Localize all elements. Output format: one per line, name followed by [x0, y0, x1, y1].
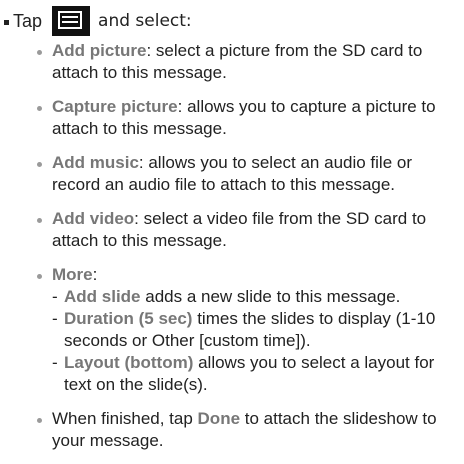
term-add-music: Add music — [52, 153, 139, 172]
desc-add-slide: adds a new slide to this message. — [140, 287, 401, 306]
menu-key-icon — [52, 6, 91, 36]
sub-item-duration: - Duration (5 sec) times the slides to di… — [52, 308, 460, 352]
list-item-add-video: Add video: select a video file from the … — [36, 208, 460, 252]
term-add-video: Add video — [52, 209, 135, 228]
term-more: More — [52, 265, 93, 284]
sub-item-add-slide: - Add slide adds a new slide to this mess… — [52, 286, 460, 308]
more-sublist: - Add slide adds a new slide to this mess… — [52, 286, 460, 396]
term-done: Done — [197, 409, 241, 428]
intro-prefix: Tap — [13, 10, 43, 31]
list-item-more: More: - Add slide adds a new slide to thi… — [36, 264, 460, 396]
manual-page: Tap and select: Add picture: select a pi… — [0, 0, 464, 457]
option-list: Add picture: select a picture from the S… — [36, 40, 460, 464]
list-item-add-picture: Add picture: select a picture from the S… — [36, 40, 460, 84]
term-capture-picture: Capture picture — [52, 97, 178, 116]
dash: - — [52, 287, 58, 306]
list-item-capture-picture: Capture picture: allows you to capture a… — [36, 96, 460, 140]
intro-suffix: and select: — [98, 11, 192, 31]
dash: - — [52, 309, 58, 328]
list-item-when-finished: When finished, tap Done to attach the sl… — [36, 408, 460, 452]
square-bullet — [4, 20, 9, 25]
more-colon: : — [92, 265, 98, 284]
finish-before: When finished, tap — [52, 409, 198, 428]
dash: - — [52, 353, 58, 372]
term-add-slide: Add slide — [64, 287, 141, 306]
list-item-add-music: Add music: allows you to select an audio… — [36, 152, 460, 196]
term-duration: Duration (5 sec) — [64, 309, 193, 328]
term-layout: Layout (bottom) — [64, 353, 194, 372]
sub-item-layout: - Layout (bottom) allows you to select a … — [52, 352, 460, 396]
intro-line: Tap and select: — [4, 6, 192, 36]
term-add-picture: Add picture — [52, 41, 147, 60]
